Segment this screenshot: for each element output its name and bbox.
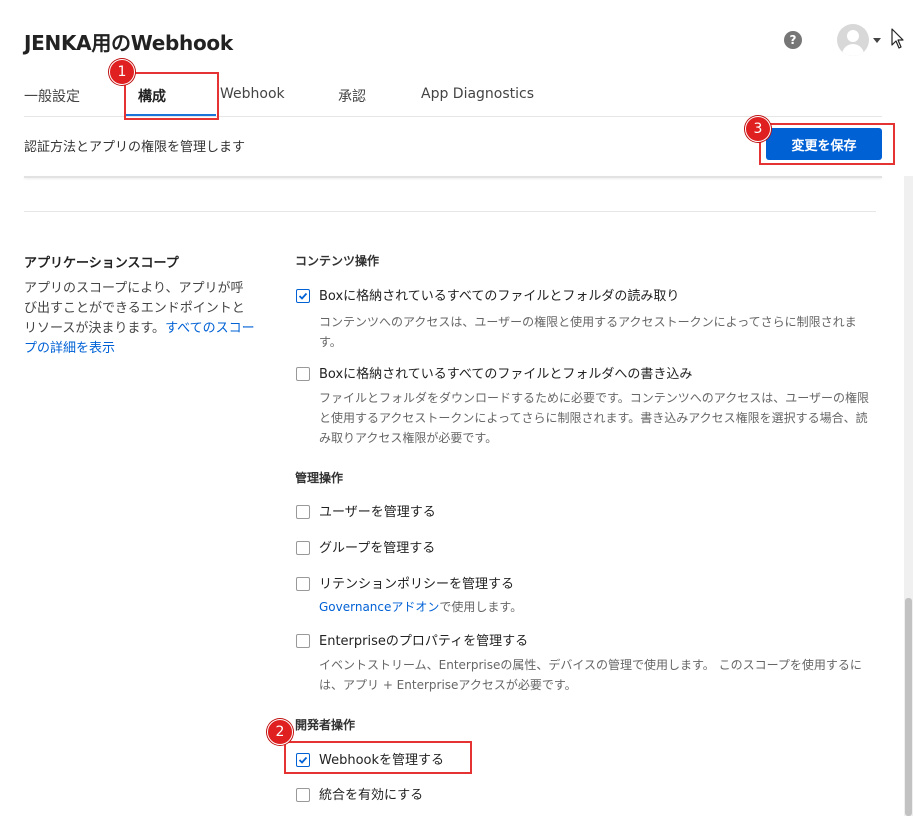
read-files-description: コンテンツへのアクセスは、ユーザーの権限と使用するアクセストークンによってさらに… bbox=[319, 315, 857, 349]
developer-operations-title: 開発者操作 bbox=[295, 718, 356, 732]
tab-general[interactable]: 一般設定 bbox=[24, 86, 80, 106]
enable-integrations-checkbox[interactable] bbox=[296, 788, 310, 802]
page-description: 認証方法とアプリの権限を管理します bbox=[24, 140, 246, 155]
manage-retention-label[interactable]: リテンションポリシーを管理する bbox=[319, 573, 514, 592]
admin-operations-title: 管理操作 bbox=[295, 471, 344, 485]
tab-webhook[interactable]: Webhook bbox=[220, 86, 285, 102]
write-files-checkbox[interactable] bbox=[296, 367, 310, 381]
read-files-checkbox[interactable] bbox=[296, 289, 310, 303]
scopes-title: アプリケーションスコープ bbox=[24, 256, 179, 271]
scopes-description: アプリのスコープにより、アプリが呼び出すことができるエンドポイントとリソースが決… bbox=[24, 279, 256, 359]
tab-app-diagnostics[interactable]: App Diagnostics bbox=[421, 86, 534, 102]
manage-groups-label[interactable]: グループを管理する bbox=[319, 537, 435, 556]
manage-users-label[interactable]: ユーザーを管理する bbox=[319, 501, 436, 520]
manage-enterprise-label[interactable]: Enterpriseのプロパティを管理する bbox=[319, 630, 528, 649]
manage-enterprise-checkbox[interactable] bbox=[296, 634, 310, 648]
retention-description: Governanceアドオンで使用します。 bbox=[319, 597, 879, 617]
highlight-box-config-tab bbox=[124, 72, 219, 120]
highlight-box-webhook-scope bbox=[284, 741, 472, 774]
annotation-badge-2: 2 bbox=[267, 719, 293, 745]
question-icon[interactable]: ? bbox=[784, 31, 802, 49]
annotation-badge-3: 3 bbox=[745, 116, 771, 142]
caret-down-icon[interactable] bbox=[873, 38, 881, 43]
avatar-head bbox=[847, 30, 859, 42]
manage-retention-checkbox[interactable] bbox=[296, 577, 310, 591]
annotation-badge-1: 1 bbox=[109, 59, 135, 85]
manage-groups-checkbox[interactable] bbox=[296, 541, 310, 555]
scrollbar-thumb[interactable] bbox=[905, 598, 912, 816]
write-files-description: ファイルとフォルダをダウンロードするために必要です。コンテンツへのアクセスは、ユ… bbox=[319, 391, 869, 445]
mouse-cursor-icon bbox=[891, 28, 904, 49]
header-divider bbox=[24, 176, 882, 178]
enable-integrations-label[interactable]: 統合を有効にする bbox=[319, 784, 423, 803]
tab-authorization[interactable]: 承認 bbox=[338, 86, 366, 106]
retention-description-text: で使用します。 bbox=[439, 600, 523, 614]
enterprise-description: イベントストリーム、Enterpriseの属性、デバイスの管理で使用します。 こ… bbox=[319, 658, 862, 692]
checkmark-icon bbox=[298, 292, 308, 300]
content-operations-title: コンテンツ操作 bbox=[295, 254, 380, 268]
section-divider bbox=[24, 211, 876, 212]
manage-users-checkbox[interactable] bbox=[296, 505, 310, 519]
highlight-box-save-button bbox=[759, 123, 895, 165]
write-files-label[interactable]: Boxに格納されているすべてのファイルとフォルダへの書き込み bbox=[319, 363, 692, 382]
avatar-body bbox=[842, 44, 864, 56]
app-title: JENKA用のWebhook bbox=[24, 31, 233, 55]
user-avatar-icon[interactable] bbox=[837, 24, 869, 56]
read-files-label[interactable]: Boxに格納されているすべてのファイルとフォルダの読み取り bbox=[319, 285, 679, 304]
governance-addon-link[interactable]: Governanceアドオン bbox=[319, 600, 439, 614]
